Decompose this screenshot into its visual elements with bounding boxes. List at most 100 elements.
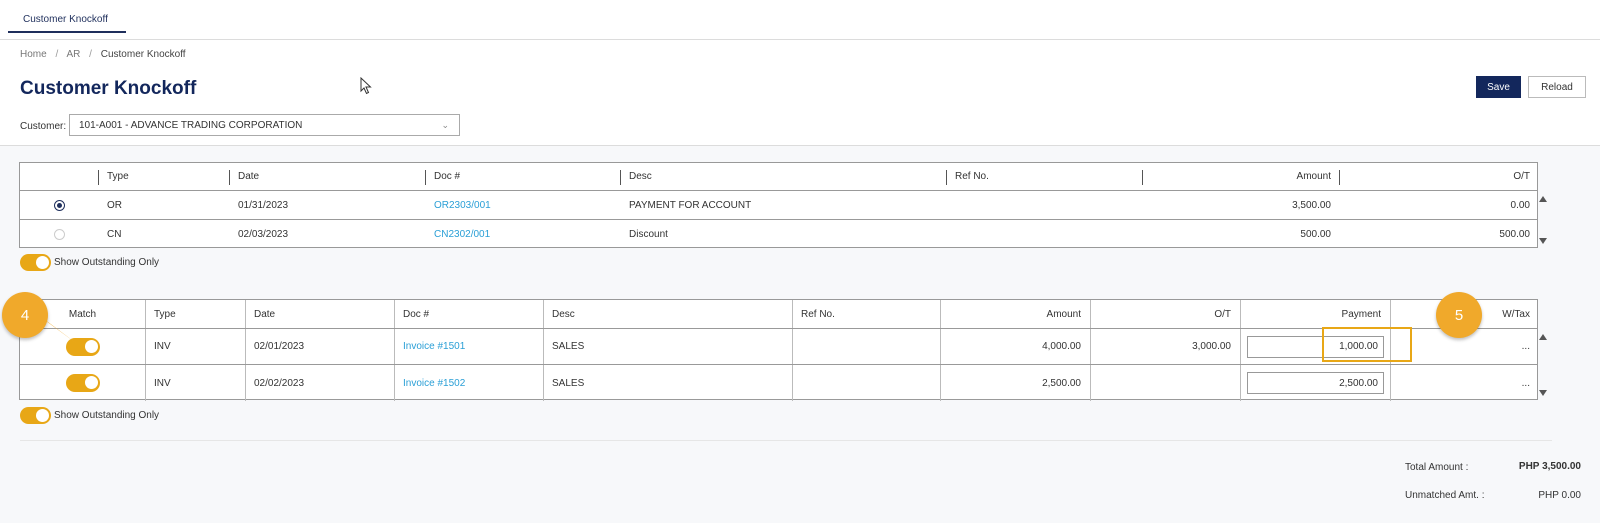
payment-highlight-box [1322,327,1412,362]
header-doc: Doc # [403,308,430,320]
payment-input[interactable] [1247,372,1384,394]
scroll-down-icon[interactable] [1539,238,1547,244]
header-desc: Desc [552,308,575,320]
breadcrumb-current: Customer Knockoff [100,49,186,60]
breadcrumb-separator: / [55,49,59,60]
reload-button[interactable]: Reload [1528,76,1586,98]
header-ref: Ref No. [801,308,835,320]
breadcrumb: Home / AR / Customer Knockoff [20,49,192,60]
cell-ot: 500.00 [1499,229,1530,240]
table-row[interactable]: INV 02/01/2023 Invoice #1501 SALES 4,000… [20,329,1537,365]
chevron-down-icon: ⌄ [441,120,449,130]
doc-link[interactable]: Invoice #1501 [403,341,465,352]
table-row[interactable]: OR 01/31/2023 OR2303/001 PAYMENT FOR ACC… [20,191,1537,220]
scroll-down-icon[interactable] [1539,390,1547,396]
header-type: Type [154,308,176,320]
header-type: Type [107,171,129,182]
cell-type: INV [154,377,171,389]
header-desc: Desc [629,171,652,182]
cell-doc: CN2302/001 [425,220,620,249]
mouse-cursor-icon [360,77,372,95]
cell-doc: Invoice #1502 [394,365,543,401]
scroll-up-icon[interactable] [1539,334,1547,340]
header-date: Date [238,171,260,182]
row-select-cell [20,220,98,249]
show-outstanding-toggle[interactable] [20,407,51,424]
cell-amount: 2,500.00 [1042,377,1081,389]
divider [20,440,1552,441]
doc-link[interactable]: OR2303/001 [434,200,491,211]
cell-ref [792,365,940,401]
cell-type: CN [107,229,122,240]
cell-ref [946,220,1142,249]
grid-header: Type Date Doc # Desc Ref No. Amount O/T [20,163,1537,191]
header-amount: Amount [1046,308,1081,320]
wtax-ellipsis[interactable]: ... [1522,341,1530,352]
header-doc: Doc # [434,171,461,182]
cell-ref [792,329,940,364]
header-payment: Payment [1341,308,1381,320]
show-outstanding-toggle-row: Show Outstanding Only [20,254,159,271]
customer-label: Customer: [20,121,67,132]
match-toggle[interactable] [65,374,100,392]
header-ref: Ref No. [955,171,989,182]
cell-desc: PAYMENT FOR ACCOUNT [629,199,752,211]
cell-type: INV [154,341,171,352]
cell-payment [1240,365,1390,401]
cell-amount: 4,000.00 [1042,341,1081,352]
breadcrumb-home[interactable]: Home [20,49,47,60]
breadcrumb-separator: / [89,49,92,60]
cell-doc: Invoice #1501 [394,329,543,364]
cell-desc: Discount [629,229,668,240]
cell-ot: 3,000.00 [1192,341,1231,352]
total-amount-value: PHP 3,500.00 [1518,461,1581,472]
show-outstanding-toggle-row: Show Outstanding Only [20,407,159,424]
callout-pointer-icon [40,316,80,346]
receipts-grid: Type Date Doc # Desc Ref No. Amount O/T … [19,162,1538,248]
cell-date: 01/31/2023 [238,199,289,211]
unmatched-amount-value: PHP 0.00 [1538,490,1581,501]
header-amount: Amount [1296,171,1331,182]
customer-select[interactable]: 101-A001 - ADVANCE TRADING CORPORATION ⌄ [69,114,460,136]
match-cell [20,365,145,401]
header-ot: O/T [1214,308,1231,320]
callout-pointer-icon [1413,318,1443,348]
tab-customer-knockoff[interactable]: Customer Knockoff [8,9,126,33]
cell-amount: 3,500.00 [1292,199,1331,211]
show-outstanding-label: Show Outstanding Only [54,410,160,421]
table-row[interactable]: CN 02/03/2023 CN2302/001 Discount 500.00… [20,220,1537,249]
invoices-grid: Match Type Date Doc # Desc Ref No. Amoun… [19,299,1538,401]
header-ot: O/T [1513,171,1530,182]
scroll-up-icon[interactable] [1539,196,1547,202]
match-cell [20,329,145,364]
cell-desc: SALES [552,377,585,389]
cell-type: OR [107,199,122,211]
cell-date: 02/03/2023 [238,229,289,240]
total-amount-label: Total Amount : [1405,462,1469,473]
grid-header: Match Type Date Doc # Desc Ref No. Amoun… [20,300,1537,329]
page-title: Customer Knockoff [20,78,197,99]
cell-desc: SALES [552,341,585,352]
tab-bar: Customer Knockoff [0,0,1600,40]
cell-wtax[interactable]: ... [1390,365,1539,401]
content-area: Type Date Doc # Desc Ref No. Amount O/T … [0,145,1600,523]
doc-link[interactable]: CN2302/001 [434,229,490,240]
doc-link[interactable]: Invoice #1502 [403,378,465,389]
header-date: Date [254,308,276,320]
cell-date: 02/02/2023 [254,377,305,389]
cell-ref [946,191,1142,219]
table-row[interactable]: INV 02/02/2023 Invoice #1502 SALES 2,500… [20,365,1537,401]
show-outstanding-toggle[interactable] [20,254,51,271]
row-select-cell [20,191,98,219]
cell-doc: OR2303/001 [425,191,620,219]
cell-date: 02/01/2023 [254,341,305,352]
cell-ot [1090,365,1240,401]
cell-ot: 0.00 [1510,199,1530,211]
breadcrumb-ar[interactable]: AR [66,49,80,60]
show-outstanding-label: Show Outstanding Only [54,257,160,268]
save-button[interactable]: Save [1476,76,1521,98]
wtax-ellipsis[interactable]: ... [1522,378,1530,389]
row-select-radio[interactable] [53,199,65,211]
row-select-radio[interactable] [53,229,65,240]
customer-select-value: 101-A001 - ADVANCE TRADING CORPORATION [79,120,303,131]
